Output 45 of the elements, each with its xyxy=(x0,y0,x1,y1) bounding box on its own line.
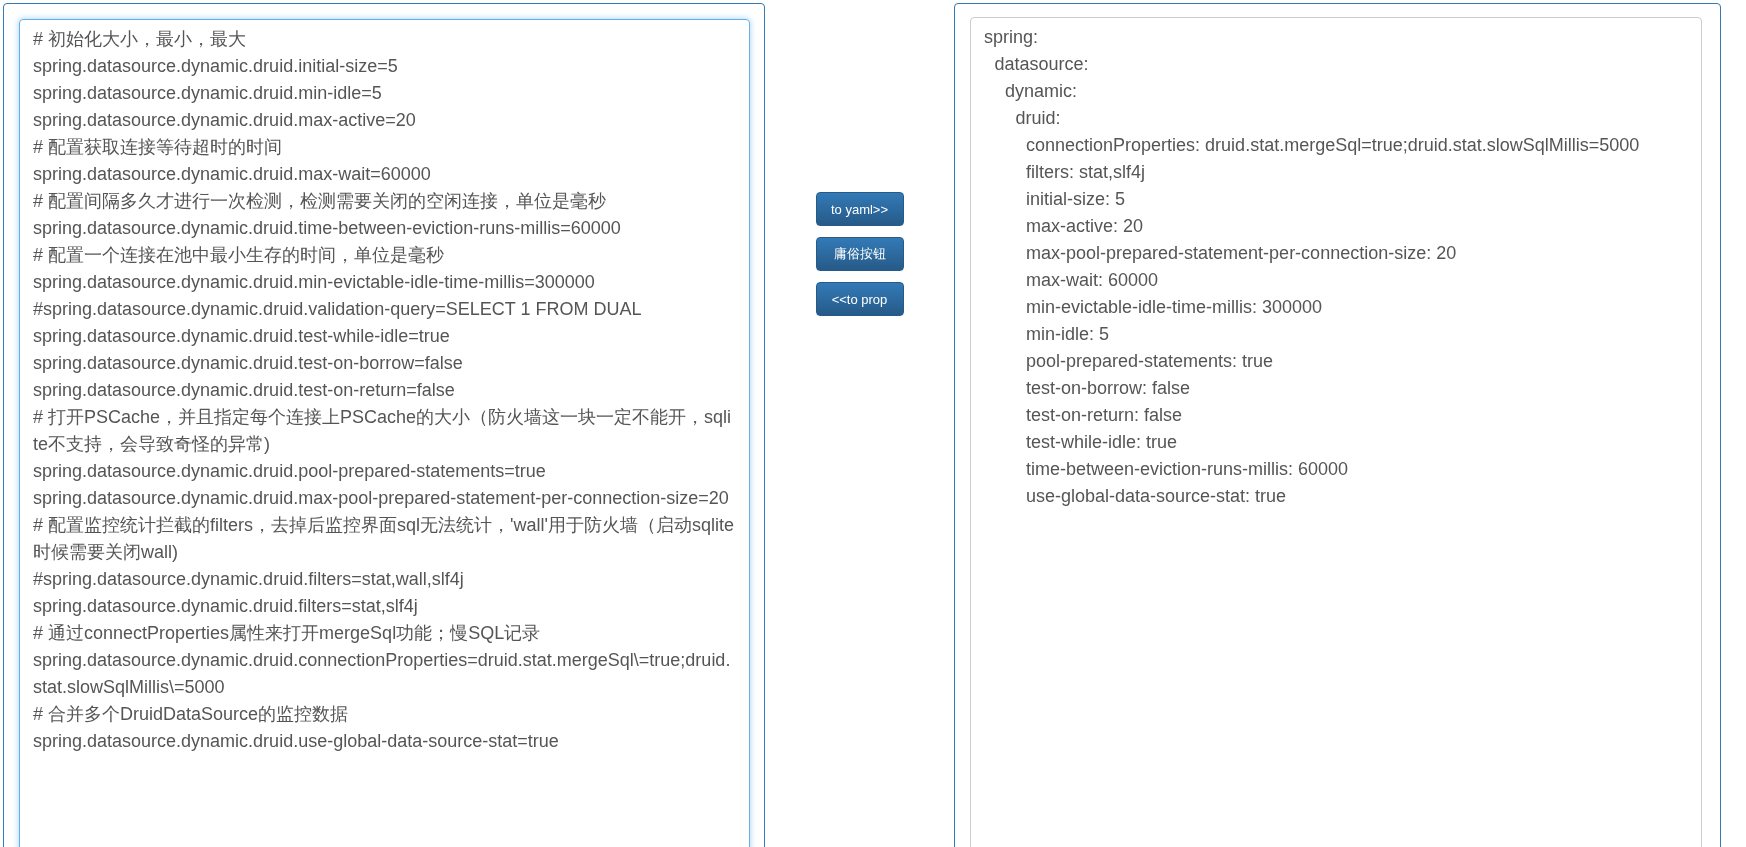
code-line: spring.datasource.dynamic.druid.min-evictable-idle-time-millis=300000 xyxy=(33,271,596,294)
code-line: spring.datasource.dynamic.druid.min-idle=5 xyxy=(33,82,383,105)
code-line: # 配置监控统计拦截的filters，去掉后监控界面sql无法统计，'wall'用于防火墙（启动sqlite时候需要关闭wall) xyxy=(33,514,735,564)
code-line: spring.datasource.dynamic.druid.max-pool-prepared-statement-per-connection-size=20 xyxy=(33,487,730,510)
yaml-line: max-wait: 60000 xyxy=(1026,269,1160,292)
code-line: spring.datasource.dynamic.druid.test-on-return=false xyxy=(33,379,456,402)
yaml-line: min-idle: 5 xyxy=(1026,323,1111,346)
code-line: spring.datasource.dynamic.druid.max-wait=60000 xyxy=(33,163,432,186)
yaml-line: druid: xyxy=(1015,107,1062,130)
code-line: spring.datasource.dynamic.druid.initial-size=5 xyxy=(33,55,399,78)
yaml-line: min-evictable-idle-time-millis: 300000 xyxy=(1026,296,1324,319)
yaml-line: filters: stat,slf4j xyxy=(1026,161,1147,184)
yaml-line: connectionProperties: druid.stat.mergeSql=true;druid.stat.slowSqlMillis=5000 xyxy=(1026,134,1641,157)
code-line: #spring.datasource.dynamic.druid.validation-query=SELECT 1 FROM DUAL xyxy=(33,298,643,321)
yaml-line: dynamic: xyxy=(1005,80,1079,103)
yaml-line: max-active: 20 xyxy=(1026,215,1145,238)
code-line: spring.datasource.dynamic.druid.filters=stat,slf4j xyxy=(33,595,419,618)
code-line: # 打开PSCache，并且指定每个连接上PSCache的大小（防火墙这一块一定不能开，sqlite不支持，会导致奇怪的异常) xyxy=(33,406,733,456)
convert-button[interactable]: 庸俗按钮 xyxy=(815,237,904,271)
code-line: spring.datasource.dynamic.druid.pool-prepared-statements=true xyxy=(33,460,547,483)
yaml-line: max-pool-prepared-statement-per-connection-size: 20 xyxy=(1026,242,1458,265)
code-line: # 通过connectProperties属性来打开mergeSql功能；慢SQL记录 xyxy=(33,622,542,645)
code-line: spring.datasource.dynamic.druid.test-while-idle=true xyxy=(33,325,451,348)
code-line: spring.datasource.dynamic.druid.connectionProperties=druid.stat.mergeSql\=true;druid.stat.slowSqlMillis\=5000 xyxy=(33,649,732,699)
code-line: # 合并多个DruidDataSource的监控数据 xyxy=(33,703,350,726)
yaml-line: test-while-idle: true xyxy=(1026,431,1179,454)
code-line: spring.datasource.dynamic.druid.time-between-eviction-runs-millis=60000 xyxy=(33,217,622,240)
yaml-line: time-between-eviction-runs-millis: 60000 xyxy=(1026,458,1350,481)
yaml-line: initial-size: 5 xyxy=(1026,188,1127,211)
yaml-line: test-on-return: false xyxy=(1026,404,1184,427)
code-line: spring.datasource.dynamic.druid.max-active=20 xyxy=(33,109,417,132)
code-line: #spring.datasource.dynamic.druid.filters=stat,wall,slf4j xyxy=(33,568,465,591)
code-line: # 配置间隔多久才进行一次检测，检测需要关闭的空闲连接，单位是毫秒 xyxy=(33,190,607,213)
code-line: spring.datasource.dynamic.druid.test-on-borrow=false xyxy=(33,352,464,375)
code-line: # 配置一个连接在池中最小生存的时间，单位是毫秒 xyxy=(33,244,445,267)
code-line: spring.datasource.dynamic.druid.use-global-data-source-stat=true xyxy=(33,730,560,753)
yaml-line: use-global-data-source-stat: true xyxy=(1026,485,1288,508)
convert-button[interactable]: to yaml>> xyxy=(815,192,904,226)
yaml-line: pool-prepared-statements: true xyxy=(1026,350,1275,373)
yaml-line: test-on-borrow: false xyxy=(1026,377,1192,400)
code-line: # 配置获取连接等待超时的时间 xyxy=(33,136,283,159)
yaml-line: spring: xyxy=(984,26,1040,49)
convert-button[interactable]: <<to prop xyxy=(815,282,904,316)
code-line: # 初始化大小，最小，最大 xyxy=(33,28,247,51)
yaml-line: datasource: xyxy=(994,53,1090,76)
